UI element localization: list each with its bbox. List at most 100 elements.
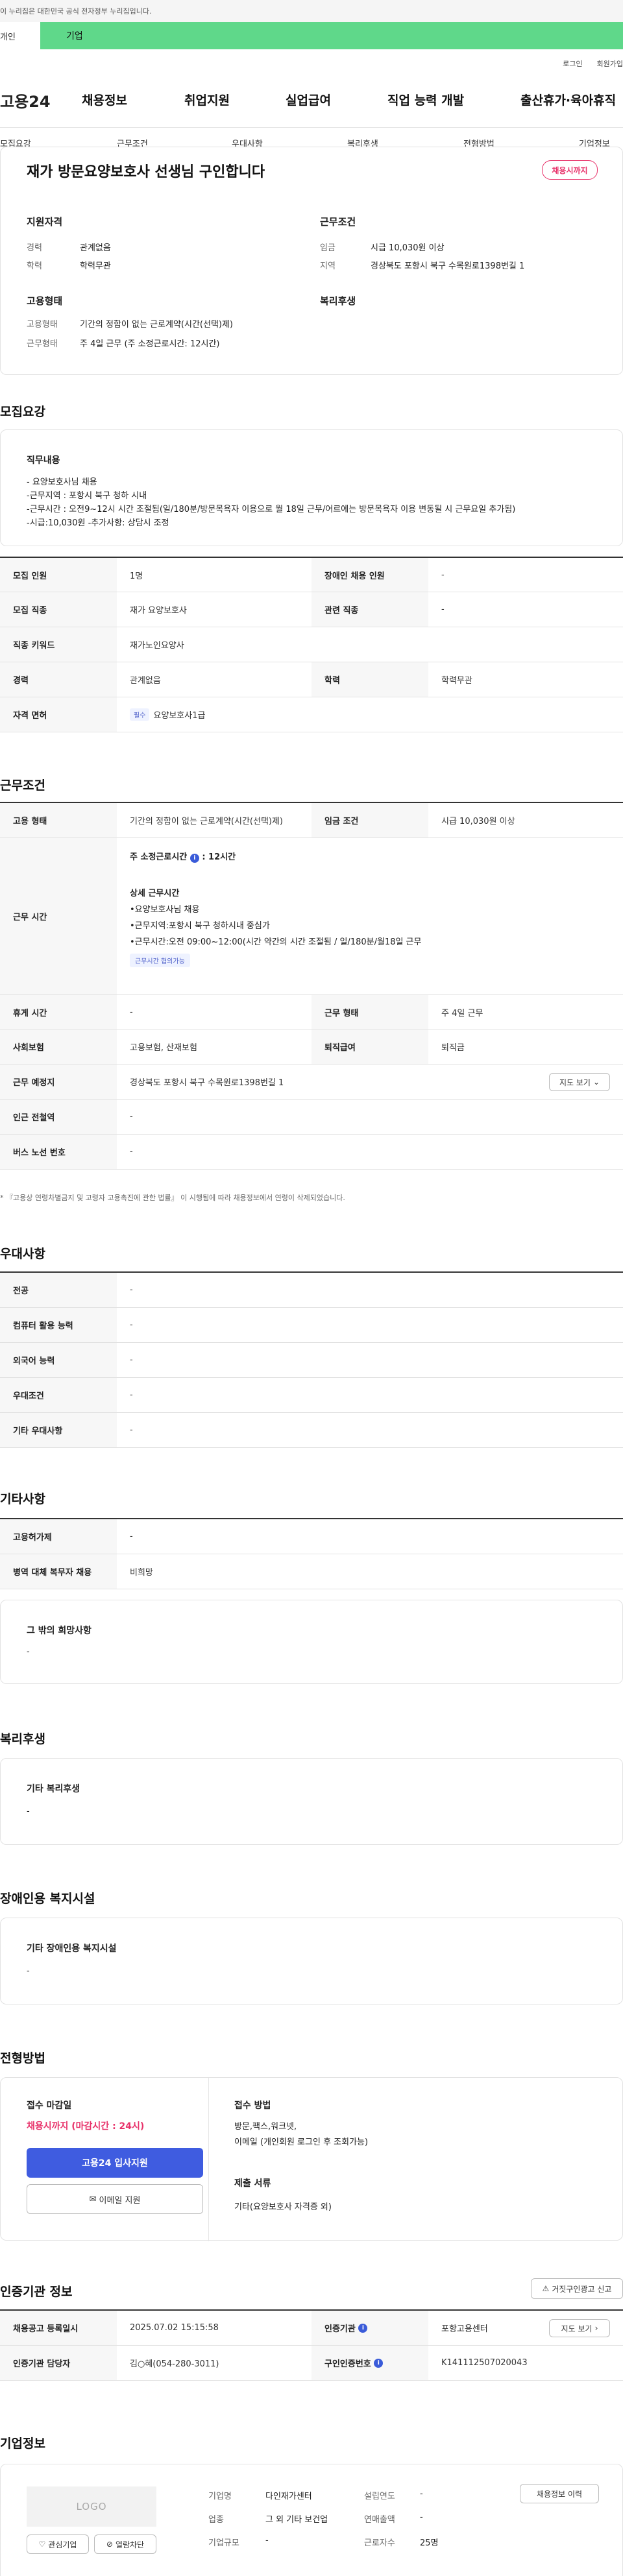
summary-card: 재가 방문요양보호사 선생님 구인합니다 채용시까지 지원자격 근무조건 경력 …: [0, 147, 623, 375]
emp-heading: 고용형태: [27, 295, 63, 307]
wage-value: 시급 10,030원 이상: [371, 243, 445, 253]
gnb-benefit[interactable]: 실업급여: [286, 91, 331, 108]
company-name-label: 기업명: [208, 2492, 232, 2501]
hope-title: 그 밖의 희망사항: [27, 1626, 92, 1636]
age-note: * 『고용상 연령차별금지 및 고령자 고용촉진에 관한 법률』 이 시행됨에 …: [0, 1194, 345, 1202]
table-row: 병역 대체 복무자 채용 비희망: [0, 1554, 623, 1589]
info-icon[interactable]: i: [189, 854, 199, 863]
company-logo: LOGO: [27, 2486, 156, 2527]
alert-icon: ⚠: [542, 2284, 550, 2293]
table-row: 우대조건 -: [0, 1378, 623, 1413]
selection-card: 접수 마감일 채용시까지 (마감시간 : 24시) 고용24 입사지원 ✉ 이메일…: [0, 2077, 623, 2241]
gnb-support[interactable]: 취업지원: [184, 91, 230, 108]
disability-card: 기타 장애인용 복지시설 -: [0, 1918, 623, 2004]
industry-label: 업종: [208, 2515, 224, 2525]
wage-label: 임금: [320, 243, 336, 253]
gnb-training[interactable]: 직업 능력 개발: [387, 91, 464, 108]
hours-detail: •요양보호사님 채용 •근무지역:포항시 북구 청하시내 중심가 •근무시간:오…: [130, 905, 422, 947]
founded-value: -: [420, 2489, 423, 2499]
table-row: 버스 노선 번호 -: [0, 1135, 623, 1170]
deadline-badge: 채용시까지: [542, 160, 598, 180]
table-row: 근무 시간 주 소정근로시간 i : 12시간 상세 근무시간 •요양보호사님 …: [0, 838, 623, 995]
table-row: 외국어 능력 -: [0, 1343, 623, 1378]
worktype-value: 주 4일 근무 (주 소정근로시간: 12시간): [80, 339, 220, 349]
region-label: 지역: [320, 261, 336, 271]
employees-value: 25명: [420, 2538, 439, 2548]
region-value: 경상북도 포항시 북구 수목원로1398번길 1: [371, 261, 525, 271]
employees-label: 근로자수: [364, 2538, 395, 2548]
audience-tabs: 개인 기업: [0, 22, 623, 49]
career-label: 경력: [27, 243, 42, 253]
deadline-title: 접수 마감일: [27, 2101, 72, 2111]
cert-table: 채용공고 등록일시 2025.07.02 15:15:58 인증기관 i 포항고…: [0, 2309, 623, 2381]
hours-negotiable-tag: 근무시간 협의가능: [130, 954, 190, 967]
conditions-table: 고용 형태 기간의 정함이 없는 근로계약(시간(선택)제) 임금 조건 시급 …: [0, 802, 623, 1170]
block-icon: ⊘: [106, 2540, 113, 2549]
global-nav: 고용24 채용정보 취업지원 실업급여 직업 능력 개발 출산휴가·육아휴직: [0, 89, 623, 112]
work-heading: 근무조건: [320, 216, 356, 228]
table-row: 모집 직종 재가 요양보호사 관련 직종 -: [0, 592, 623, 627]
tab-company[interactable]: 기업: [40, 22, 623, 49]
chevron-down-icon: ⌄: [592, 1077, 600, 1087]
job-title: 재가 방문요양보호사 선생님 구인합니다: [27, 164, 265, 180]
duty-card: 직무내용 - 요양보호사님 채용 -근무지역 : 포항시 북구 청하 시내 -근…: [0, 429, 623, 546]
gnb-leave[interactable]: 출산휴가·육아휴직: [520, 91, 616, 108]
hours-detail-title: 상세 근무시간: [130, 889, 180, 898]
company-name-value: 다인재가센터: [265, 2492, 312, 2501]
email-apply-button[interactable]: ✉ 이메일 지원: [27, 2184, 203, 2214]
worktype-label: 근무형태: [27, 339, 58, 349]
table-row: 자격 면허 필수 요양보호사1급: [0, 697, 623, 732]
table-row: 인근 전철역 -: [0, 1100, 623, 1135]
util-links: 로그인 회원가입: [563, 58, 623, 69]
pref-table: 전공 - 컴퓨터 활용 능력 - 외국어 능력 - 우대조건 - 기타 우대사항 -: [0, 1271, 623, 1448]
welfare-title: 기타 복리후생: [27, 1784, 80, 1794]
site-logo[interactable]: 고용24: [0, 89, 51, 112]
gnb-jobs[interactable]: 채용정보: [82, 91, 127, 108]
favorite-company-button[interactable]: ♡ 관심기업: [27, 2534, 89, 2554]
method-title: 접수 방법: [234, 2101, 271, 2111]
heart-icon: ♡: [38, 2540, 46, 2549]
table-row: 채용공고 등록일시 2025.07.02 15:15:58 인증기관 i 포항고…: [0, 2311, 623, 2346]
etc-heading: 기타사항: [0, 1492, 45, 1506]
report-button[interactable]: ⚠ 거짓구인광고 신고: [531, 2278, 623, 2299]
deadline-value: 채용시까지 (마감시간 : 24시): [27, 2121, 145, 2132]
founded-label: 설립연도: [364, 2492, 395, 2501]
info-icon[interactable]: i: [374, 2358, 384, 2368]
welfare-section-heading: 복리후생: [0, 1732, 45, 1746]
size-label: 기업규모: [208, 2538, 239, 2548]
table-row: 고용허가제 -: [0, 1519, 623, 1554]
history-button[interactable]: 채용정보 이력: [520, 2484, 599, 2503]
tab-personal[interactable]: 개인: [0, 22, 40, 49]
login-link[interactable]: 로그인: [563, 58, 582, 69]
signup-link[interactable]: 회원가입: [597, 58, 623, 69]
table-row: 인증기관 담당자 김○혜(054-280-3011) 구인인증번호 i K141…: [0, 2346, 623, 2381]
docs-value: 기타(요양보호사 자격증 외): [234, 2202, 332, 2212]
disability-title: 기타 장애인용 복지시설: [27, 1944, 117, 1954]
pref-heading: 우대사항: [0, 1247, 45, 1261]
table-row: 경력 관계없음 학력 학력무관: [0, 662, 623, 697]
table-row: 기타 우대사항 -: [0, 1413, 623, 1448]
table-row: 휴게 시간 - 근무 형태 주 4일 근무: [0, 995, 623, 1029]
block-view-button[interactable]: ⊘ 열람차단: [94, 2534, 156, 2554]
apply-button[interactable]: 고용24 입사지원: [27, 2148, 203, 2178]
disability-heading: 장애인용 복지시설: [0, 1892, 95, 1906]
cert-heading: 인증기관 정보: [0, 2285, 73, 2299]
emptype-label: 고용형태: [27, 320, 58, 330]
table-row: 전공 -: [0, 1273, 623, 1308]
sales-label: 연매출액: [364, 2515, 395, 2525]
weekly-hours: 주 소정근로시간 i : 12시간: [130, 852, 236, 863]
info-icon[interactable]: i: [358, 2323, 368, 2333]
conditions-heading: 근무조건: [0, 778, 45, 793]
table-row: 직종 키워드 재가노인요양사: [0, 627, 623, 662]
table-row: 근무 예정지 경상북도 포항시 북구 수목원로1398번길 1 지도 보기 ⌄: [0, 1065, 623, 1100]
map-button[interactable]: 지도 보기 ⌄: [549, 1073, 610, 1091]
welfare-value: -: [27, 1807, 30, 1816]
industry-value: 그 외 기타 보건업: [265, 2515, 328, 2525]
edu-value: 학력무관: [80, 261, 111, 271]
org-map-button[interactable]: 지도 보기 ›: [549, 2319, 610, 2337]
edu-label: 학력: [27, 261, 42, 271]
company-card: LOGO ♡ 관심기업 ⊘ 열람차단 기업명 다인재가센터 설립연도 - 업종 그 …: [0, 2464, 623, 2576]
welfare-card: 기타 복리후생 -: [0, 1758, 623, 1845]
table-row: 고용 형태 기간의 정함이 없는 근로계약(시간(선택)제) 임금 조건 시급 …: [0, 803, 623, 838]
required-tag: 필수: [130, 708, 150, 721]
